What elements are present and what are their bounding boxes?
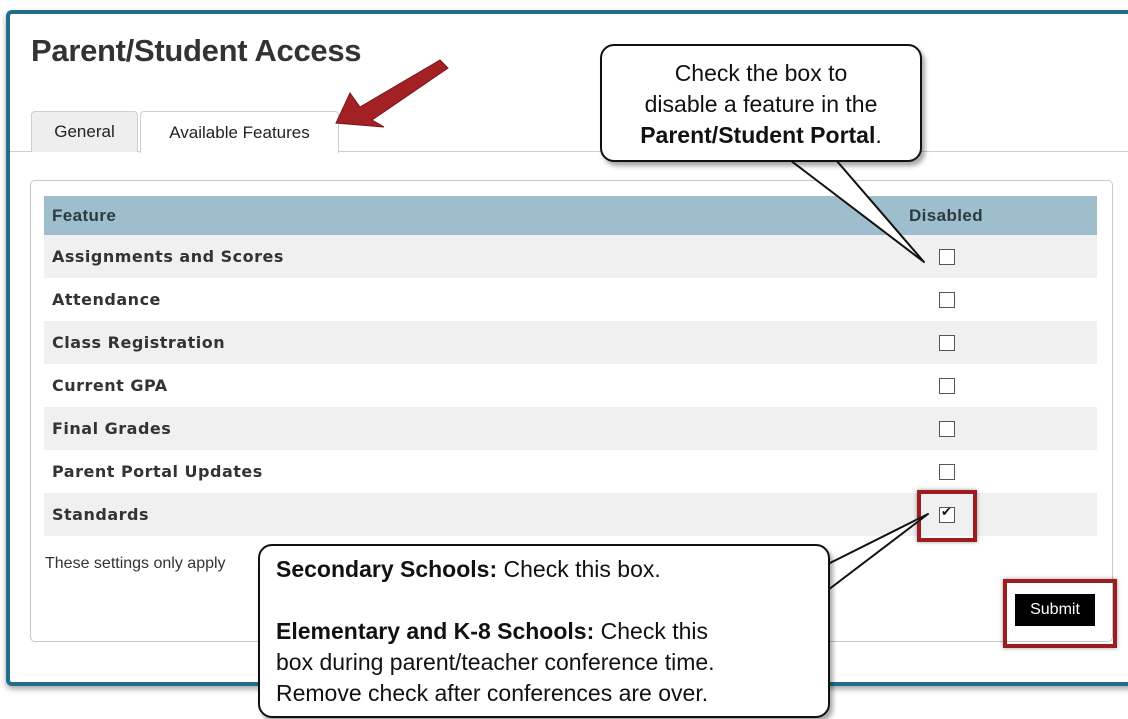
feature-name: Current GPA <box>52 376 168 395</box>
table-row: Final Grades <box>44 407 1097 450</box>
disable-final-grades-checkbox[interactable] <box>939 420 955 437</box>
disable-parent-portal-updates-checkbox[interactable] <box>939 463 955 480</box>
page-title: Parent/Student Access <box>31 33 362 68</box>
disable-class-registration-checkbox[interactable] <box>939 334 955 351</box>
table-row: Parent Portal Updates <box>44 450 1097 493</box>
submit-button-highlight <box>1003 579 1117 648</box>
callout-line: Elementary and K-8 Schools: Check this <box>276 616 828 647</box>
elementary-label: Elementary and K-8 Schools: <box>276 618 595 644</box>
callout-school-instructions: Secondary Schools: Check this box. Eleme… <box>258 544 830 718</box>
feature-name: Parent Portal Updates <box>52 462 263 481</box>
disable-assignments-checkbox[interactable] <box>939 248 955 265</box>
feature-name: Assignments and Scores <box>44 235 909 278</box>
table-header-row: Feature Disabled <box>44 196 1097 235</box>
callout-line: Secondary Schools: Check this box. <box>276 554 828 585</box>
callout-line: Remove check after conferences are over. <box>276 680 709 706</box>
feature-name: Final Grades <box>44 407 909 450</box>
portal-name: Parent/Student Portal <box>640 122 876 148</box>
feature-name: Class Registration <box>44 321 909 364</box>
callout-line: Parent/Student Portal. <box>602 120 920 151</box>
callout-disable-feature: Check the box to disable a feature in th… <box>600 44 922 162</box>
feature-name: Attendance <box>52 290 161 309</box>
feature-column-header: Feature <box>44 196 909 235</box>
secondary-label: Secondary Schools: <box>276 556 498 582</box>
features-table: Feature Disabled Assignments and Scores … <box>44 196 1097 536</box>
settings-footnote: These settings only apply <box>45 555 226 572</box>
tab-available-features[interactable]: Available Features <box>140 111 339 153</box>
disable-current-gpa-checkbox[interactable] <box>939 377 955 394</box>
elementary-text: Check this <box>594 618 709 644</box>
callout-line: box during parent/teacher conference tim… <box>276 649 715 675</box>
standards-checkbox-highlight <box>917 490 977 542</box>
table-row: Class Registration <box>44 321 1097 364</box>
table-row: Current GPA <box>44 364 1097 407</box>
tab-general[interactable]: General <box>31 111 138 152</box>
callout-line: disable a feature in the <box>644 91 878 117</box>
disabled-column-header: Disabled <box>909 196 1097 235</box>
secondary-text: Check this box. <box>497 556 661 582</box>
table-row: Attendance <box>44 278 1097 321</box>
disable-attendance-checkbox[interactable] <box>939 291 955 308</box>
callout-punct: . <box>875 122 882 148</box>
feature-name: Standards <box>44 493 909 536</box>
callout-line: Check the box to <box>674 60 848 86</box>
table-row: Assignments and Scores <box>44 235 1097 278</box>
